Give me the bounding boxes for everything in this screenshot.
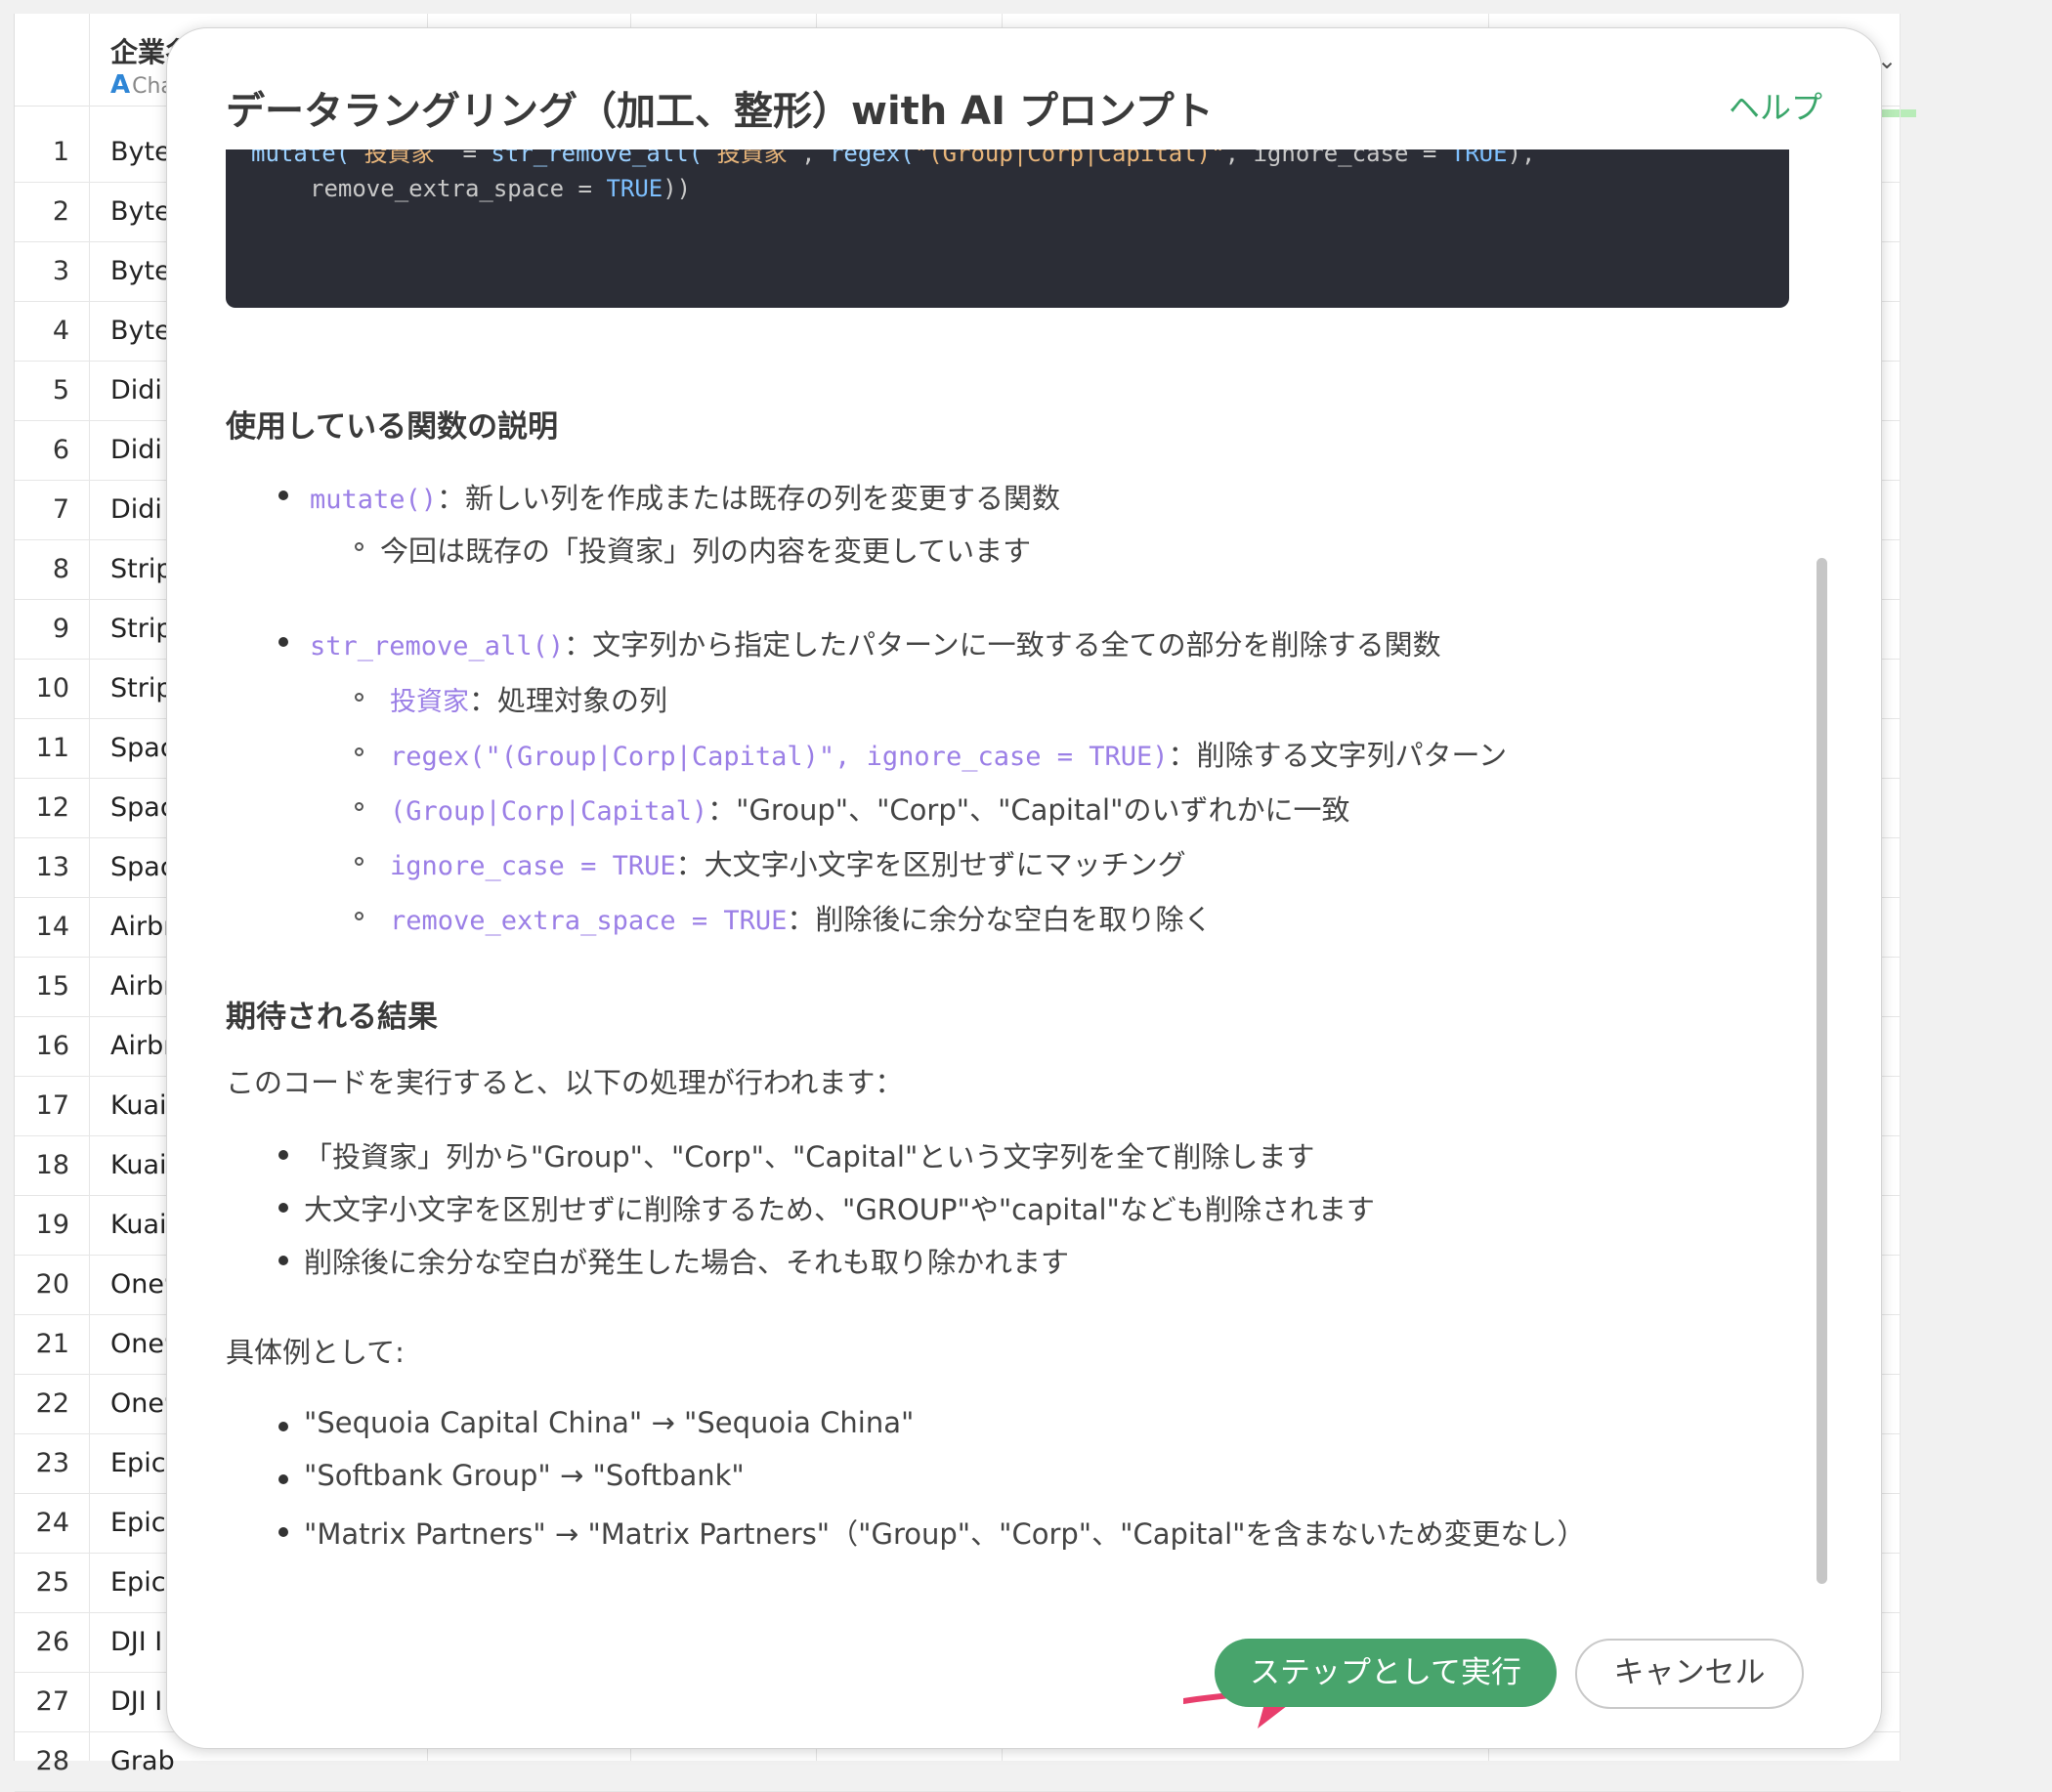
cell-company-name[interactable]: Epic [110, 1567, 166, 1598]
cell-company-name[interactable]: DJI I [110, 1627, 162, 1657]
run-as-step-button[interactable]: ステップとして実行 [1215, 1639, 1557, 1707]
sub-bullet [355, 542, 363, 551]
item-sub-column: 投資家：処理対象の列 [390, 684, 668, 717]
result-item: 削除後に余分な空白が発生した場合、それも取り除かれます [304, 1246, 1070, 1279]
sub-bullet [355, 693, 363, 702]
bullet [278, 1203, 288, 1213]
row-number: 4 [52, 316, 69, 346]
result-item: 大文字小文字を区別せずに削除するため、"GROUP"や"capital"なども削… [304, 1193, 1375, 1226]
example-item: "Matrix Partners" → "Matrix Partners"（"G… [304, 1517, 1586, 1551]
section-title-functions: 使用している関数の説明 [226, 409, 559, 445]
row-number: 27 [35, 1686, 69, 1717]
cell-company-name[interactable]: Grab [110, 1746, 175, 1776]
row-number: 9 [52, 614, 69, 644]
row-number: 25 [35, 1567, 69, 1598]
dialog-title: データラングリング（加工、整形）with AI プロンプト [226, 89, 1214, 134]
help-link[interactable]: ヘルプ [1729, 83, 1822, 128]
row-number: 6 [52, 435, 69, 465]
code-block: mutate(`投資家` = str_remove_all(`投資家`, reg… [226, 149, 1789, 308]
item-sub-regex: regex("(Group|Corp|Capital)", ignore_cas… [390, 739, 1508, 772]
item-sub-pattern: (Group|Corp|Capital)："Group"、"Corp"、"Cap… [390, 793, 1350, 827]
row-number: 8 [52, 554, 69, 584]
cell-company-name[interactable]: Didi [110, 435, 162, 465]
item-mutate: mutate()：新しい列を作成または既存の列を変更する関数 [310, 482, 1061, 515]
example-intro: 具体例として: [226, 1336, 405, 1369]
code-line-1: mutate(`投資家` = str_remove_all(`投資家`, reg… [251, 149, 1536, 167]
bullet [278, 1527, 288, 1537]
row-number: 12 [35, 792, 69, 823]
row-number: 7 [52, 494, 69, 525]
item-str-remove-all: str_remove_all()：文字列から指定したパターンに一致する全ての部分… [310, 628, 1441, 661]
code-line-2: remove_extra_space = TRUE)) [310, 175, 692, 202]
row-number: 16 [35, 1031, 69, 1061]
sub-bullet [355, 912, 363, 920]
cell-company-name[interactable]: Didi [110, 494, 162, 525]
cancel-button[interactable]: キャンセル [1575, 1639, 1804, 1709]
row-number: 3 [52, 256, 69, 286]
result-item: 「投資家」列から"Group"、"Corp"、"Capital"という文字列を全… [304, 1140, 1315, 1173]
vertical-scrollbar[interactable] [1815, 149, 1828, 1615]
dialog-content[interactable]: mutate(`投資家` = str_remove_all(`投資家`, reg… [167, 149, 1828, 1615]
row-number: 5 [52, 375, 69, 405]
bullet [278, 1474, 288, 1484]
row-number: 23 [35, 1448, 69, 1478]
ai-prompt-dialog: データラングリング（加工、整形）with AI プロンプト ヘルプ mutate… [166, 27, 1882, 1749]
bullet [278, 637, 288, 647]
bullet [278, 1150, 288, 1160]
sub-bullet [355, 747, 363, 756]
row-number: 2 [52, 196, 69, 227]
row-number: 24 [35, 1508, 69, 1538]
cell-company-name[interactable]: Didi [110, 375, 162, 405]
cell-company-name[interactable]: Epic [110, 1448, 166, 1478]
row-number: 15 [35, 971, 69, 1002]
row-number: 19 [35, 1210, 69, 1240]
row-number: 11 [35, 733, 69, 763]
bullet [278, 1422, 288, 1431]
item-sub-extra-space: remove_extra_space = TRUE：削除後に余分な空白を取り除く [390, 903, 1213, 936]
row-number: 20 [35, 1269, 69, 1300]
row-number: 18 [35, 1150, 69, 1180]
bullet [278, 491, 288, 500]
row-number: 22 [35, 1388, 69, 1419]
row-number: 10 [35, 673, 69, 704]
row-number: 28 [35, 1746, 69, 1776]
row-number: 26 [35, 1627, 69, 1657]
row-number: 13 [35, 852, 69, 882]
cell-company-name[interactable]: DJI I [110, 1686, 162, 1717]
cell-company-name[interactable]: Epic [110, 1508, 166, 1538]
item-mutate-sub: 今回は既存の「投資家」列の内容を変更しています [380, 534, 1032, 568]
section-title-results: 期待される結果 [226, 1000, 438, 1035]
row-number: 1 [52, 137, 69, 167]
item-sub-ignore-case: ignore_case = TRUE：大文字小文字を区別せずにマッチング [390, 848, 1186, 881]
row-number: 17 [35, 1090, 69, 1121]
sub-bullet [355, 857, 363, 866]
result-intro: このコードを実行すると、以下の処理が行われます： [226, 1066, 904, 1099]
character-type-icon: A [110, 70, 131, 100]
example-item: "Sequoia Capital China" → "Sequoia China… [304, 1406, 915, 1439]
row-number: 21 [35, 1329, 69, 1359]
bullet [278, 1256, 288, 1265]
scrollbar-thumb[interactable] [1817, 558, 1827, 1584]
row-number: 14 [35, 912, 69, 942]
example-item: "Softbank Group" → "Softbank" [304, 1459, 745, 1492]
sub-bullet [355, 802, 363, 811]
